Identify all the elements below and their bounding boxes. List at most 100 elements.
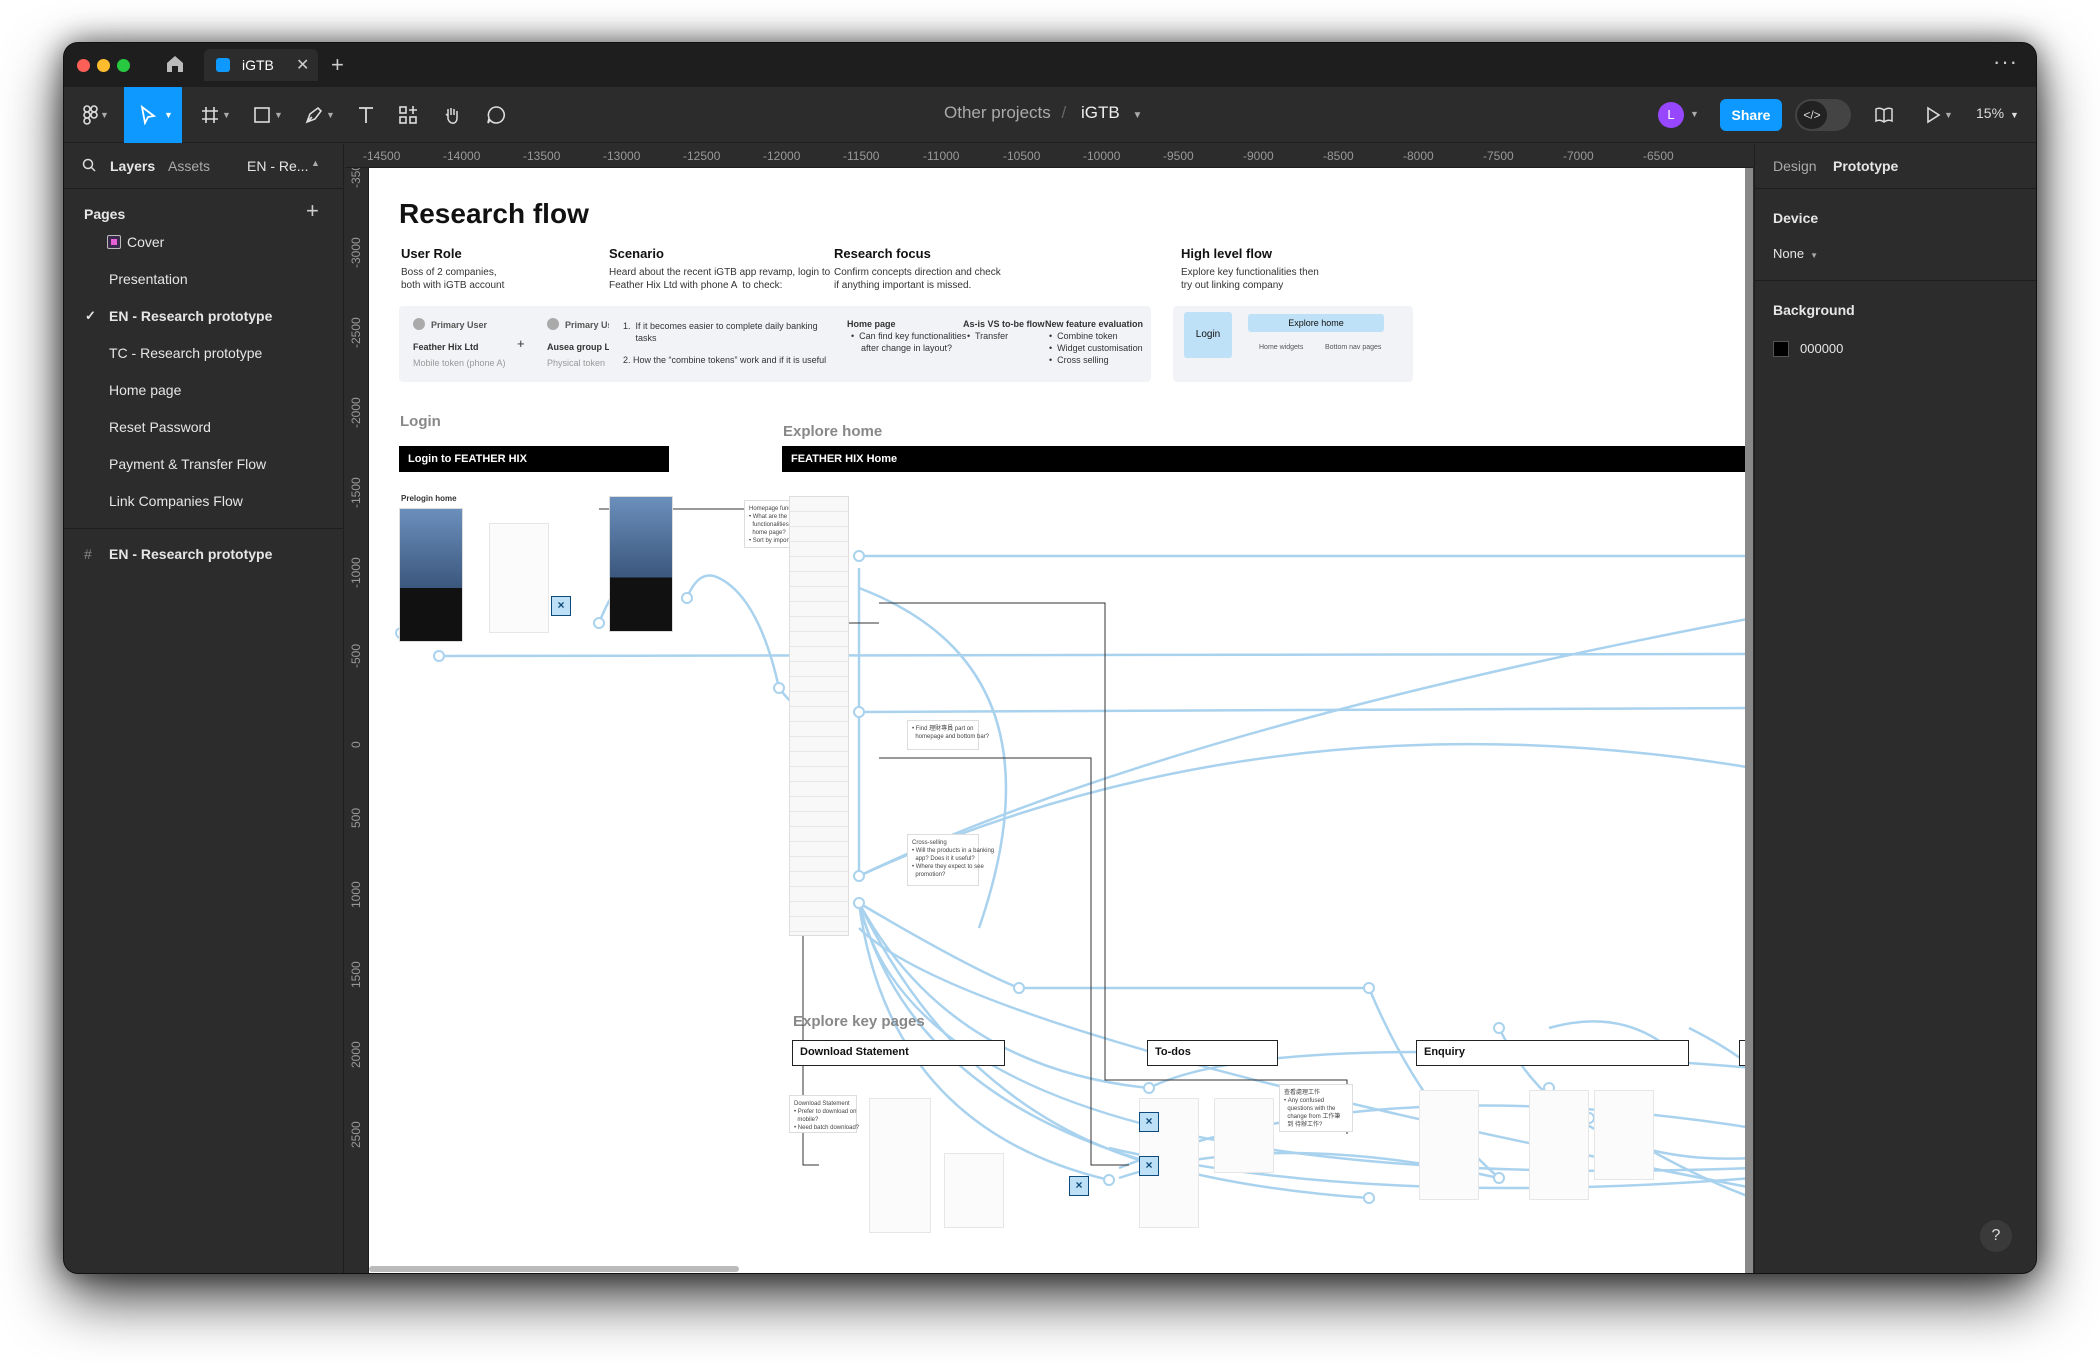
- page-item-tc-research[interactable]: TC - Research prototype: [109, 339, 262, 367]
- breadcrumb-parent[interactable]: Other projects: [944, 103, 1051, 122]
- note-todos: 查看處理工作 • Any confused questions with the…: [1279, 1084, 1353, 1132]
- left-panel: Layers Assets EN - Re... ▲ Pages + Cover…: [64, 144, 344, 1273]
- chevron-up-icon[interactable]: ▲: [311, 158, 320, 168]
- close-window-button[interactable]: [77, 59, 90, 72]
- close-tab-icon[interactable]: ✕: [296, 55, 309, 75]
- chevron-down-icon: ▼: [1810, 251, 1818, 260]
- background-heading: Background: [1773, 302, 1855, 318]
- overlay-icon: ×: [1139, 1112, 1159, 1132]
- page-item-home-page[interactable]: Home page: [109, 376, 181, 404]
- ruler-tick-label: -3500: [349, 168, 363, 188]
- ruler-tick-label: -7000: [1563, 149, 1594, 163]
- ruler-tick-label: -12000: [763, 149, 801, 163]
- chevron-down-icon[interactable]: ▼: [1132, 110, 1142, 121]
- user1-sub: Mobile token (phone A): [413, 358, 506, 368]
- ruler-tick-label: -8500: [1323, 149, 1354, 163]
- ruler-tick-label: -500: [349, 643, 363, 668]
- user2-sub: Physical token: [547, 358, 606, 368]
- prelogin-screen-2[interactable]: [609, 496, 673, 632]
- share-sheet-screen[interactable]: [944, 1153, 1004, 1228]
- tab-assets[interactable]: Assets: [168, 158, 210, 174]
- enquiry-detail-screen[interactable]: [1529, 1090, 1589, 1200]
- focus-heading: Research focus: [834, 246, 931, 261]
- page-label: Cover: [127, 234, 165, 250]
- shape-tool-icon[interactable]: ▼: [244, 97, 284, 133]
- focus-col-title: Home page: [847, 319, 896, 329]
- tab-prototype[interactable]: Prototype: [1833, 158, 1898, 174]
- chevron-down-icon[interactable]: ▼: [1690, 109, 1699, 119]
- pen-tool-icon[interactable]: ▼: [296, 97, 336, 133]
- ruler-tick-label: -14000: [443, 149, 481, 163]
- resources-tool-icon[interactable]: [390, 97, 426, 133]
- page-item-cover[interactable]: Cover: [107, 228, 165, 256]
- home-icon[interactable]: [164, 54, 188, 76]
- maximize-window-button[interactable]: [117, 59, 130, 72]
- login-section-label: Login: [400, 413, 441, 430]
- add-page-button[interactable]: +: [306, 198, 319, 224]
- page-selector[interactable]: EN - Re...: [247, 158, 308, 174]
- file-tab[interactable]: iGTB ✕: [204, 49, 318, 81]
- dev-mode-toggle[interactable]: </>: [1795, 99, 1851, 131]
- enquiry-result-screen[interactable]: [1594, 1090, 1654, 1180]
- page-label: EN - Research prototype: [109, 308, 273, 324]
- frame-tool-icon[interactable]: ▼: [192, 97, 232, 133]
- high-level-heading: High level flow: [1181, 246, 1273, 261]
- focus-col-title: New feature evaluation: [1045, 319, 1144, 329]
- page-item-presentation[interactable]: Presentation: [109, 265, 188, 293]
- layer-item[interactable]: # EN - Research prototype: [64, 540, 344, 568]
- divider: [1755, 280, 2036, 281]
- background-swatch[interactable]: [1773, 341, 1789, 357]
- ruler-tick-label: -6500: [1643, 149, 1674, 163]
- user1-label: Primary User: [431, 320, 488, 330]
- scenario-heading: Scenario: [609, 246, 664, 261]
- home-screen[interactable]: [789, 496, 849, 936]
- prelogin-label: Prelogin home: [401, 494, 457, 503]
- todos-detail-screen[interactable]: [1214, 1098, 1274, 1173]
- text-tool-icon[interactable]: [348, 97, 384, 133]
- key-pages-section-label: Explore key pages: [793, 1013, 925, 1030]
- breadcrumb-current[interactable]: iGTB: [1081, 103, 1120, 122]
- user-icon: [547, 318, 559, 330]
- right-panel: Design Prototype Device None ▼ Background…: [1754, 144, 2036, 1273]
- new-tab-button[interactable]: +: [331, 52, 344, 78]
- hand-tool-icon[interactable]: [434, 97, 470, 133]
- note-cross-selling: Cross-selling • Will the products in a b…: [907, 834, 994, 886]
- page-title: Research flow: [399, 198, 589, 229]
- divider: [1755, 188, 2036, 189]
- more-menu-icon[interactable]: ···: [1993, 49, 2018, 75]
- ruler-tick-label: 2000: [349, 1041, 363, 1068]
- main-menu-icon[interactable]: ▼: [74, 97, 109, 133]
- ruler-tick-label: -2000: [349, 397, 363, 428]
- device-select[interactable]: None ▼: [1773, 246, 1818, 261]
- avatar[interactable]: L: [1658, 102, 1684, 128]
- user2-name: Ausea group Ltd: [547, 342, 619, 352]
- page-item-reset-password[interactable]: Reset Password: [109, 413, 211, 441]
- canvas[interactable]: Research flow User Role Boss of 2 compan…: [369, 168, 1753, 1273]
- canvas-vertical-scrollbar[interactable]: [1745, 168, 1753, 1273]
- login-bar: Login to FEATHER HIX: [399, 446, 669, 472]
- cover-icon: [107, 235, 121, 249]
- canvas-horizontal-scrollbar[interactable]: [369, 1266, 739, 1272]
- help-button[interactable]: ?: [1980, 1220, 2012, 1252]
- page-item-link-companies[interactable]: Link Companies Flow: [109, 487, 243, 515]
- page-item-en-research[interactable]: ✓ EN - Research prototype: [85, 302, 273, 330]
- comment-tool-icon[interactable]: [478, 97, 514, 133]
- login-screen[interactable]: [489, 523, 549, 633]
- tab-design[interactable]: Design: [1773, 158, 1817, 174]
- share-button[interactable]: Share: [1720, 99, 1782, 131]
- tab-layers[interactable]: Layers: [110, 158, 155, 174]
- ruler-tick-label: 2500: [349, 1121, 363, 1148]
- background-hex-input[interactable]: 000000: [1800, 341, 1843, 356]
- prelogin-screen[interactable]: [399, 508, 463, 642]
- zoom-level[interactable]: 15% ▼: [1976, 105, 2019, 121]
- minimize-window-button[interactable]: [97, 59, 110, 72]
- page-item-payment-transfer[interactable]: Payment & Transfer Flow: [109, 450, 266, 478]
- library-icon[interactable]: [1866, 97, 1898, 133]
- move-tool-button[interactable]: ▼: [124, 87, 182, 143]
- chevron-down-icon: ▼: [2010, 110, 2019, 120]
- enquiry-screen[interactable]: [1419, 1090, 1479, 1200]
- present-play-icon[interactable]: ▼: [1916, 97, 1960, 133]
- search-icon[interactable]: [82, 158, 96, 175]
- device-value: None: [1773, 246, 1805, 261]
- statement-screen[interactable]: [869, 1098, 931, 1233]
